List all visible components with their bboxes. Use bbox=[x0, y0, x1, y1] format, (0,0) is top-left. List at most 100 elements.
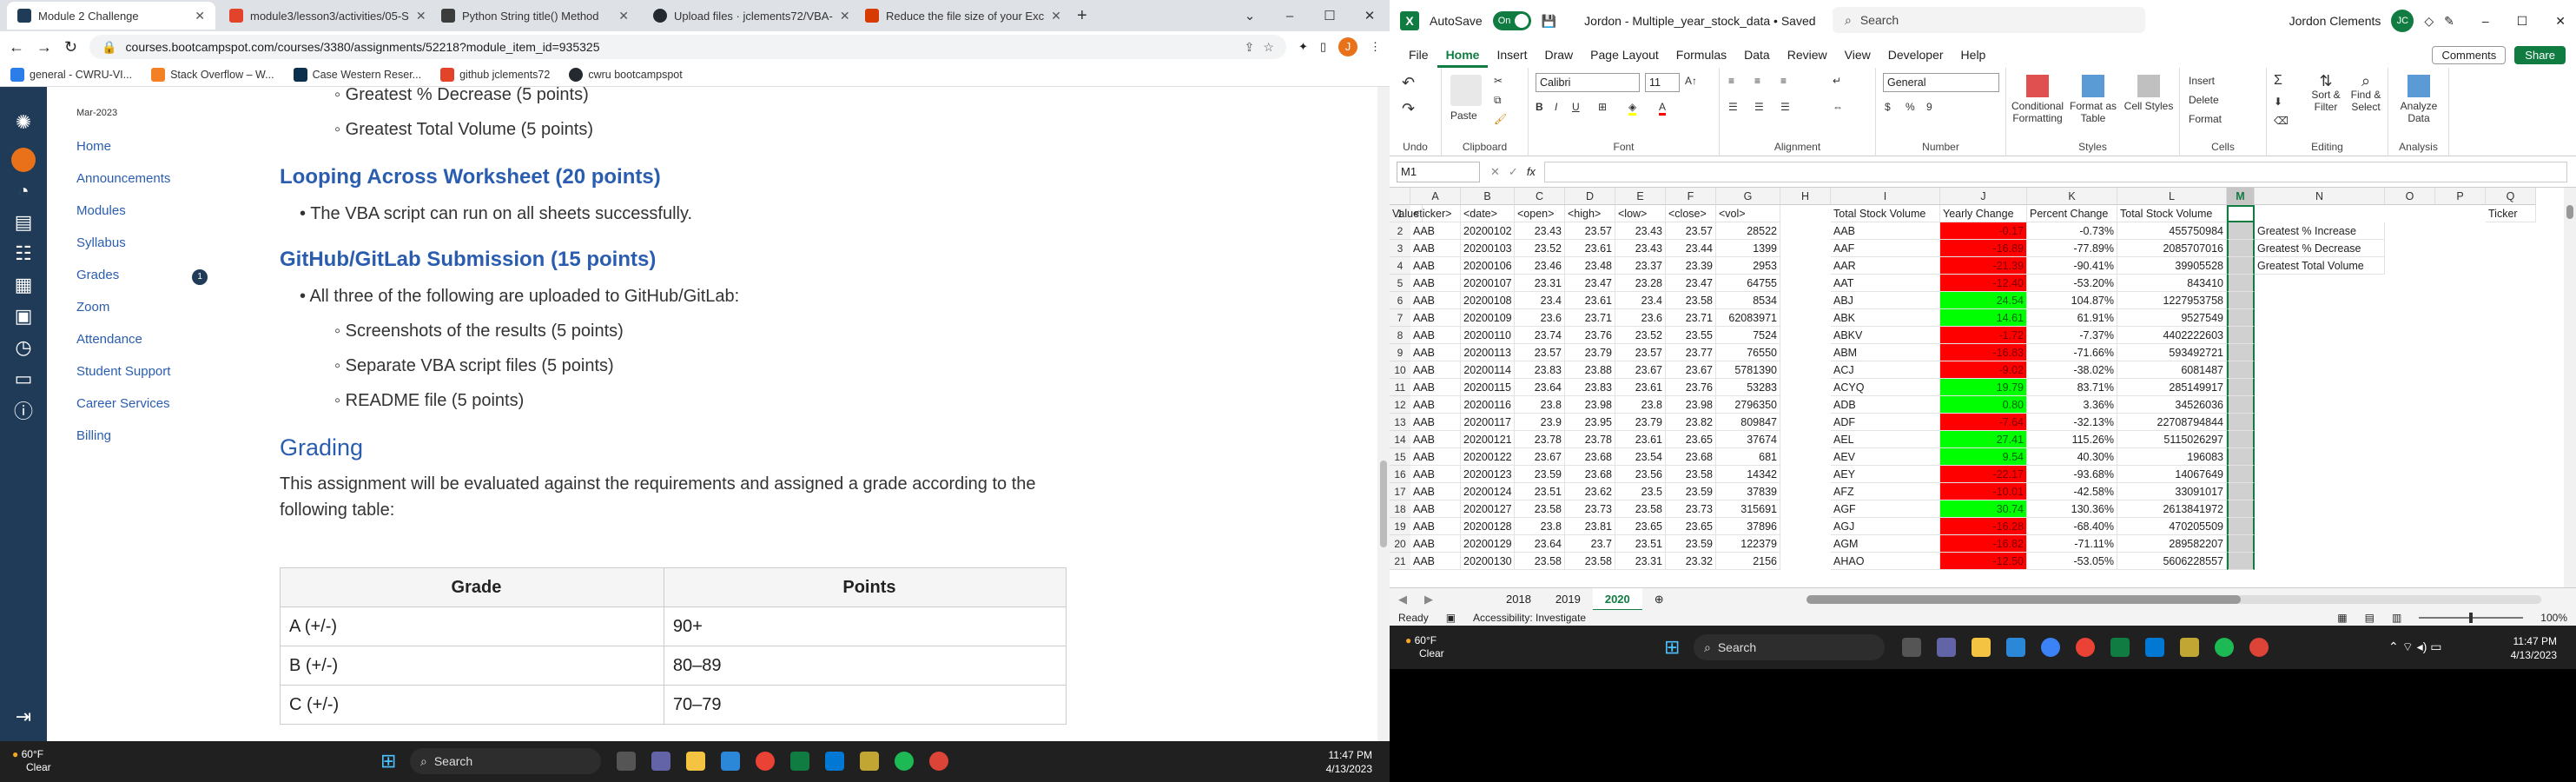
url-bar[interactable]: 🔒 courses.bootcampspot.com/courses/3380/… bbox=[89, 35, 1286, 59]
data-cell[interactable]: 23.73 bbox=[1565, 500, 1615, 518]
percent-change-cell[interactable]: -42.58% bbox=[2027, 483, 2117, 500]
nav-grades[interactable]: Grades 1 bbox=[73, 259, 247, 291]
bookmark-stackoverflow[interactable]: Stack Overflow – W... bbox=[151, 67, 274, 82]
data-cell[interactable]: 23.68 bbox=[1666, 448, 1716, 466]
column-header[interactable]: O bbox=[2385, 188, 2435, 205]
data-cell[interactable]: 23.58 bbox=[1666, 466, 1716, 483]
data-cell[interactable]: 23.74 bbox=[1515, 327, 1565, 344]
ticker-cell[interactable]: AEV bbox=[1831, 448, 1940, 466]
percent-change-cell[interactable]: -53.05% bbox=[2027, 553, 2117, 570]
total-volume-cell[interactable]: 470205509 bbox=[2117, 518, 2227, 535]
currency-icon[interactable]: $ bbox=[1885, 101, 1891, 113]
ticker-cell[interactable]: ABKV bbox=[1831, 327, 1940, 344]
copy-icon[interactable]: ⧉ bbox=[1494, 94, 1502, 106]
data-cell[interactable]: 23.65 bbox=[1666, 518, 1716, 535]
data-cell[interactable]: 28522 bbox=[1716, 222, 1780, 240]
percent-change-cell[interactable]: 130.36% bbox=[2027, 500, 2117, 518]
sheet-tab-2020[interactable]: 2020 bbox=[1592, 587, 1642, 611]
format-button[interactable]: Format bbox=[2189, 113, 2222, 125]
yearly-change-cell[interactable]: -16.82 bbox=[1940, 535, 2027, 553]
data-cell[interactable]: 23.31 bbox=[1615, 553, 1666, 570]
yearly-change-cell[interactable]: 9.54 bbox=[1940, 448, 2027, 466]
header-cell[interactable]: Percent Change bbox=[2027, 205, 2117, 222]
row-header[interactable]: 10 bbox=[1390, 361, 1410, 379]
cell-styles-button[interactable]: Cell Styles bbox=[2123, 75, 2175, 112]
row-header[interactable]: 17 bbox=[1390, 483, 1410, 500]
percent-change-cell[interactable]: 115.26% bbox=[2027, 431, 2117, 448]
add-sheet-icon[interactable]: ⊕ bbox=[1642, 588, 1676, 611]
data-cell[interactable]: 1399 bbox=[1716, 240, 1780, 257]
font-select[interactable]: Calibri bbox=[1536, 73, 1640, 92]
header-cell[interactable]: <date> bbox=[1461, 205, 1515, 222]
tab-python[interactable]: Python String title() Method ✕ bbox=[431, 2, 639, 30]
column-header[interactable]: N bbox=[2255, 188, 2385, 205]
taskview-icon[interactable] bbox=[1902, 638, 1921, 657]
column-header[interactable]: B bbox=[1461, 188, 1515, 205]
yearly-change-cell[interactable]: -12.40 bbox=[1940, 275, 2027, 292]
data-cell[interactable]: AAB bbox=[1410, 431, 1461, 448]
app-icon[interactable] bbox=[860, 752, 879, 771]
percent-icon[interactable]: % bbox=[1906, 101, 1915, 113]
data-cell[interactable]: 23.47 bbox=[1666, 275, 1716, 292]
cell-m[interactable] bbox=[2227, 448, 2255, 466]
data-cell[interactable]: 23.46 bbox=[1515, 257, 1565, 275]
data-cell[interactable]: 23.58 bbox=[1515, 553, 1565, 570]
save-icon[interactable]: 💾 bbox=[1542, 14, 1556, 29]
undo-icon[interactable]: ↶ bbox=[1402, 75, 1415, 90]
data-cell[interactable]: 23.62 bbox=[1565, 483, 1615, 500]
zoom-level[interactable]: 100% bbox=[2540, 612, 2567, 624]
data-cell[interactable]: 23.57 bbox=[1615, 344, 1666, 361]
data-cell[interactable]: 14342 bbox=[1716, 466, 1780, 483]
data-cell[interactable]: 23.28 bbox=[1615, 275, 1666, 292]
data-cell[interactable]: 23.77 bbox=[1666, 344, 1716, 361]
data-cell[interactable]: 23.39 bbox=[1666, 257, 1716, 275]
data-cell[interactable]: 23.32 bbox=[1666, 553, 1716, 570]
ticker-cell[interactable]: AEL bbox=[1831, 431, 1940, 448]
autosave-toggle[interactable]: On bbox=[1492, 11, 1531, 30]
photos-icon[interactable] bbox=[721, 752, 740, 771]
windows-start-icon[interactable]: ⊞ bbox=[1664, 638, 1683, 657]
data-cell[interactable]: 23.8 bbox=[1515, 396, 1565, 414]
row-header[interactable]: 7 bbox=[1390, 309, 1410, 327]
minimize-icon[interactable]: – bbox=[1270, 0, 1310, 31]
data-cell[interactable]: AAB bbox=[1410, 414, 1461, 431]
data-cell[interactable]: 23.59 bbox=[1666, 535, 1716, 553]
data-cell[interactable]: 5781390 bbox=[1716, 361, 1780, 379]
data-cell[interactable]: 20200121 bbox=[1461, 431, 1515, 448]
header-cell[interactable]: <close> bbox=[1666, 205, 1716, 222]
row-header[interactable]: 19 bbox=[1390, 518, 1410, 535]
find-select-button[interactable]: ⌕ Find & Select bbox=[2347, 73, 2385, 113]
percent-change-cell[interactable]: -68.40% bbox=[2027, 518, 2117, 535]
header-cell[interactable]: Total Stock Volume bbox=[2117, 205, 2227, 222]
align-bottom-icon[interactable]: ≡ bbox=[1780, 75, 1787, 87]
data-cell[interactable]: 20200102 bbox=[1461, 222, 1515, 240]
chrome-profile-icon[interactable] bbox=[929, 752, 948, 771]
data-cell[interactable]: 23.67 bbox=[1666, 361, 1716, 379]
clock[interactable]: 11:47 PM 4/13/2023 bbox=[1326, 748, 1372, 776]
spotify-icon[interactable] bbox=[2215, 638, 2234, 657]
data-cell[interactable]: 20200116 bbox=[1461, 396, 1515, 414]
column-header[interactable]: F bbox=[1666, 188, 1716, 205]
tab-github[interactable]: Upload files · jclements72/VBA- ✕ bbox=[643, 2, 851, 30]
data-cell[interactable]: 23.7 bbox=[1565, 535, 1615, 553]
bookmark-github[interactable]: github jclements72 bbox=[440, 67, 550, 82]
data-cell[interactable]: 23.52 bbox=[1615, 327, 1666, 344]
percent-change-cell[interactable]: 83.71% bbox=[2027, 379, 2117, 396]
row-header[interactable]: 11 bbox=[1390, 379, 1410, 396]
ticker-cell[interactable]: AAT bbox=[1831, 275, 1940, 292]
data-cell[interactable]: 37839 bbox=[1716, 483, 1780, 500]
row-header[interactable]: 13 bbox=[1390, 414, 1410, 431]
column-header[interactable]: M bbox=[2227, 188, 2255, 205]
tab-home[interactable]: Home bbox=[1437, 42, 1489, 68]
row-header[interactable]: 16 bbox=[1390, 466, 1410, 483]
spotify-icon[interactable] bbox=[895, 752, 914, 771]
merge-icon[interactable]: ⇔ bbox=[1833, 101, 1843, 113]
data-cell[interactable]: 23.43 bbox=[1615, 240, 1666, 257]
bookmark-case-western[interactable]: Case Western Reser... bbox=[293, 67, 421, 82]
yearly-change-cell[interactable]: 24.54 bbox=[1940, 292, 2027, 309]
data-cell[interactable]: 20200110 bbox=[1461, 327, 1515, 344]
ticker-cell[interactable]: AAR bbox=[1831, 257, 1940, 275]
bookmark-bootcampspot[interactable]: cwru bootcampspot bbox=[569, 67, 683, 82]
italic-icon[interactable]: I bbox=[1555, 101, 1557, 113]
chrome-icon[interactable] bbox=[2076, 638, 2095, 657]
